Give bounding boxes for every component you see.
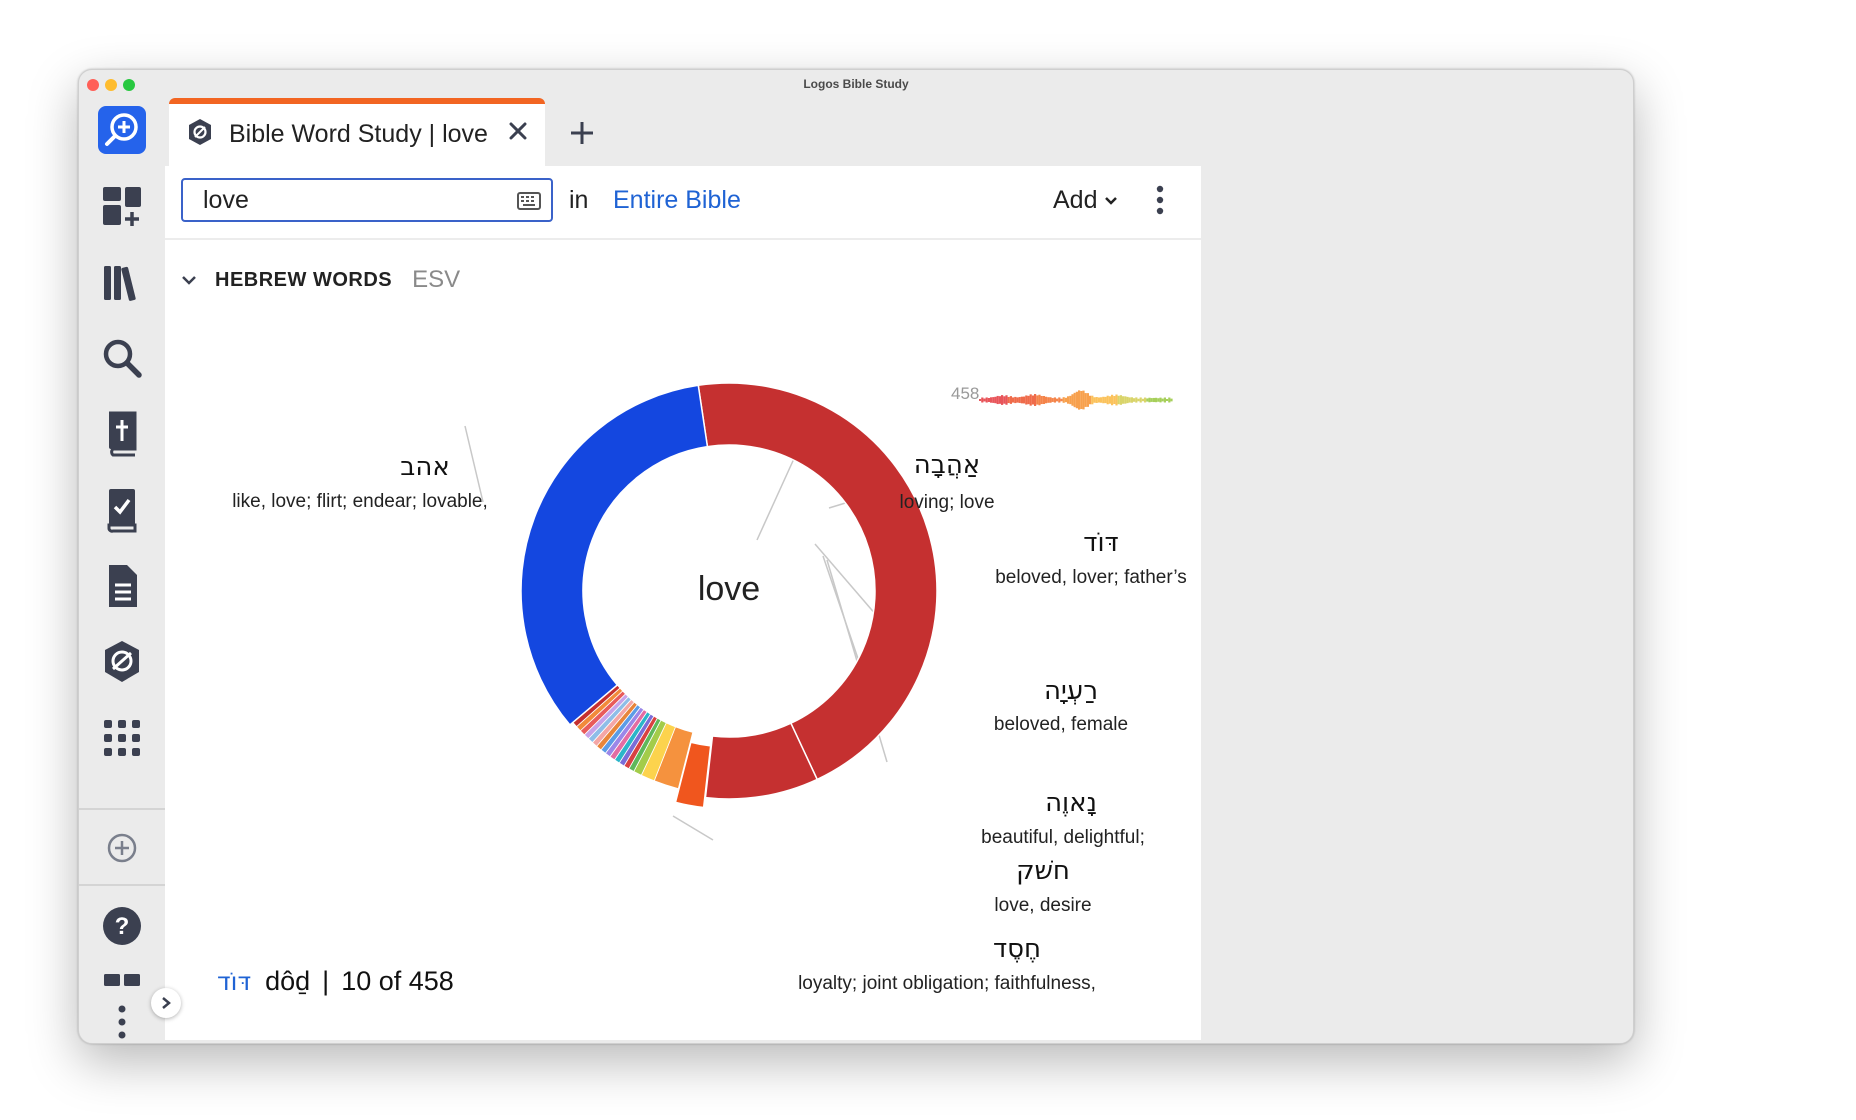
sidebar-expand-button[interactable] (151, 988, 181, 1018)
tab-accent (169, 98, 545, 104)
word-study-icon (189, 119, 211, 145)
more-vertical-icon (118, 1005, 126, 1039)
plus-circle-icon (107, 833, 137, 863)
sidebar-separator (79, 808, 165, 810)
slice-label-gloss: love, desire (994, 895, 1092, 916)
app-window: Logos Bible Study ? Bible Word Study | l… (78, 69, 1634, 1044)
sidebar-item-bible[interactable] (98, 410, 146, 458)
donut-slice[interactable] (520, 384, 709, 726)
footer-lemma[interactable]: דּוֹד (217, 967, 251, 996)
sidebar-item-panels[interactable] (98, 966, 146, 994)
magnifier-plus-icon (98, 106, 146, 154)
word-study-panel: in Entire Bible Add HEBREW WORDS ESV 458 (165, 166, 1201, 1040)
sidebar-item-more[interactable] (98, 1000, 146, 1043)
slice-label-gloss: beloved, female (993, 714, 1129, 735)
tab-close-button[interactable] (503, 116, 533, 146)
plus-icon (571, 122, 593, 144)
chevron-right-icon (162, 997, 171, 1009)
factbook-shield-icon (105, 641, 139, 682)
tab-title: Bible Word Study | love (229, 120, 488, 148)
tab-bible-word-study[interactable]: Bible Word Study | love (169, 98, 545, 166)
help-icon: ? (103, 907, 141, 945)
window-title: Logos Bible Study (803, 77, 909, 91)
new-tab-button[interactable] (565, 116, 599, 150)
sidebar-item-search-home[interactable] (98, 106, 146, 154)
slice-label-lemma[interactable]: חֶסֶד (917, 934, 1117, 964)
sidebar-item-library[interactable] (98, 258, 146, 306)
slice-label-gloss: beautiful, delightful; (981, 827, 1145, 848)
slice-label-lemma[interactable]: רַעְיָה (971, 676, 1171, 706)
sidebar-item-layouts[interactable] (98, 182, 146, 230)
svg-text:?: ? (115, 913, 130, 940)
slice-label-gloss: loyalty; joint obligation; faithfulness, (798, 973, 1096, 994)
document-icon (109, 565, 137, 607)
slice-label-lemma[interactable]: אהב (325, 452, 525, 482)
sidebar-item-documents[interactable] (98, 562, 146, 610)
slice-label-lemma[interactable]: חשׁק (943, 856, 1143, 886)
search-icon (103, 339, 142, 378)
slice-label-lemma[interactable]: דּוֹד (1001, 528, 1201, 558)
title-bar: Logos Bible Study (79, 70, 1633, 98)
footer-transliteration: dôḏ (265, 966, 311, 996)
label-leader-line (756, 451, 798, 541)
slice-label-lemma[interactable]: אַהֲבָה (847, 450, 1047, 480)
checklist-book-icon (107, 489, 137, 533)
sidebar-item-factbook[interactable] (98, 638, 146, 686)
label-leader-line (672, 815, 714, 841)
sidebar-item-search[interactable] (98, 334, 146, 382)
footer-separator: | (322, 966, 330, 996)
footer-position: 10 of 458 (341, 966, 454, 996)
close-icon (509, 122, 527, 140)
sidebar: ? (79, 98, 165, 1043)
slice-label-gloss: beloved, lover; father’s (995, 567, 1187, 588)
panels-icon (104, 974, 140, 986)
slice-label-lemma[interactable]: נָאוֶה (971, 788, 1171, 818)
slice-label-gloss: like, love; flirt; endear; lovable, (232, 491, 488, 512)
books-icon (104, 266, 136, 301)
tab-bar: Bible Word Study | love (165, 98, 1633, 166)
slice-label-gloss: loving; love (899, 492, 995, 513)
bible-book-icon (109, 411, 137, 457)
sidebar-separator (79, 884, 165, 886)
apps-grid-icon (104, 720, 140, 756)
sidebar-item-add[interactable] (98, 824, 146, 872)
selection-footer: דּוֹד dôḏ | 10 of 458 (217, 966, 454, 997)
sidebar-item-tools[interactable] (98, 714, 146, 762)
sidebar-item-help[interactable]: ? (98, 902, 146, 950)
sidebar-item-reading-plan[interactable] (98, 486, 146, 534)
chart-center-label: love (697, 570, 761, 608)
layout-grid-add-icon (103, 187, 141, 226)
